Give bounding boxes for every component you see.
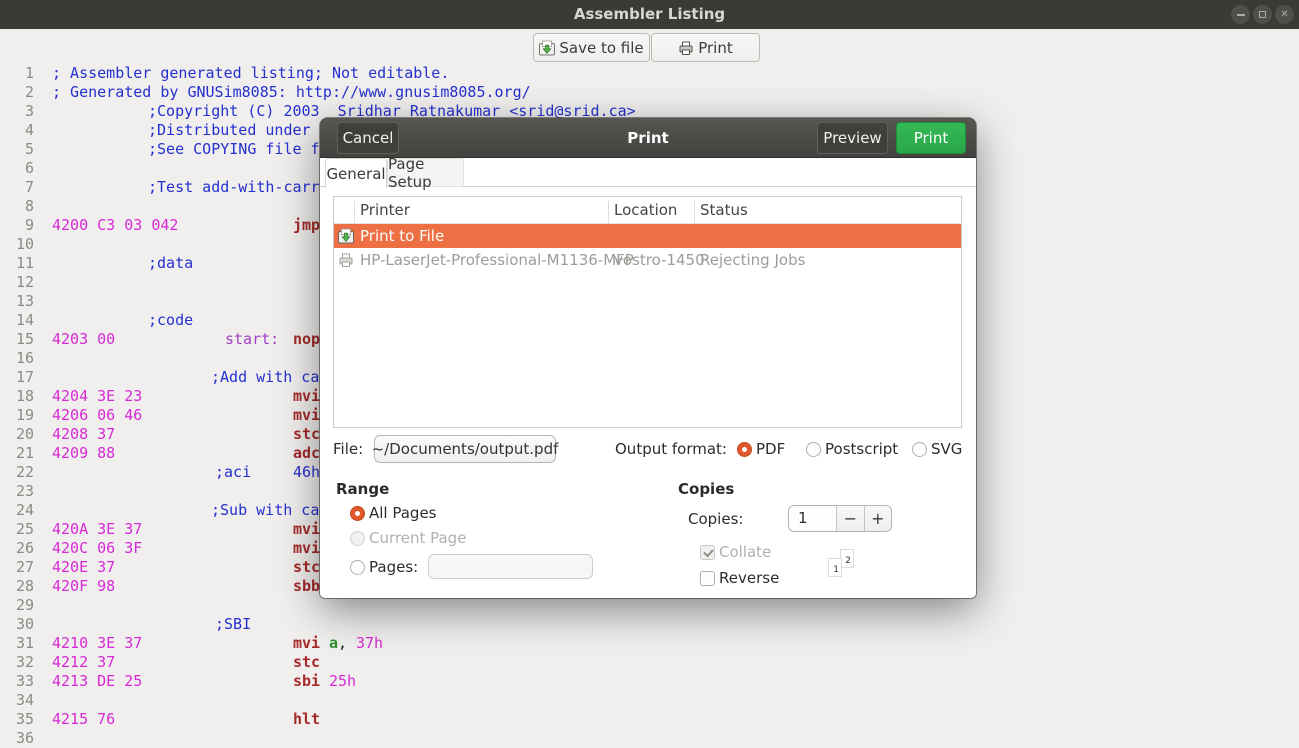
collate-checkbox bbox=[700, 545, 715, 560]
printer-icon bbox=[338, 252, 354, 268]
range-section-title: Range bbox=[336, 480, 389, 498]
radio-current-page-label: Current Page bbox=[369, 529, 466, 547]
printer-status: Rejecting Jobs bbox=[700, 251, 805, 269]
code-line: 334213 DE 25sbi25h bbox=[0, 672, 1299, 691]
titlebar: Assembler Listing ✕ bbox=[0, 0, 1299, 29]
dialog-tabs: General Page Setup bbox=[320, 158, 976, 187]
printer-icon bbox=[678, 40, 694, 56]
print-dialog-headerbar: Cancel Print Preview Print bbox=[320, 118, 976, 158]
code-line: 29 bbox=[0, 596, 1299, 615]
copies-value[interactable]: 1 bbox=[789, 506, 836, 531]
print-toolbar-label: Print bbox=[698, 39, 733, 57]
code-line: 324212 37stc bbox=[0, 653, 1299, 672]
code-line: 1; Assembler generated listing; Not edit… bbox=[0, 64, 1299, 83]
window-title: Assembler Listing bbox=[0, 0, 1299, 29]
printer-name: Print to File bbox=[360, 227, 444, 245]
file-chooser-button[interactable]: ~/Documents/output.pdf bbox=[374, 435, 556, 463]
code-line: 2; Generated by GNUSim8085: http://www.g… bbox=[0, 83, 1299, 102]
copies-section-title: Copies bbox=[678, 480, 734, 498]
save-to-file-label: Save to file bbox=[559, 39, 643, 57]
output-format-label: Output format: bbox=[615, 435, 727, 463]
minimize-icon[interactable] bbox=[1231, 5, 1250, 24]
save-icon bbox=[539, 40, 555, 56]
radio-pages[interactable] bbox=[350, 560, 365, 575]
save-icon bbox=[338, 228, 354, 244]
pages-range-input[interactable] bbox=[428, 554, 593, 579]
printer-table: Printer Location Status Print to File bbox=[333, 196, 962, 428]
radio-all-pages-label: All Pages bbox=[369, 504, 437, 522]
radio-postscript[interactable] bbox=[806, 442, 821, 457]
printer-table-header: Printer Location Status bbox=[334, 197, 961, 224]
code-line: 36 bbox=[0, 729, 1299, 748]
radio-pdf-label: PDF bbox=[756, 440, 785, 458]
radio-pages-label: Pages: bbox=[369, 558, 418, 576]
collate-label: Collate bbox=[719, 543, 771, 561]
radio-svg-label: SVG bbox=[931, 440, 962, 458]
copies-spinner: 1 − + bbox=[788, 505, 892, 532]
radio-postscript-label: Postscript bbox=[825, 440, 898, 458]
column-header-printer[interactable]: Printer bbox=[360, 201, 410, 219]
tab-general[interactable]: General bbox=[325, 158, 387, 188]
radio-current-page bbox=[350, 531, 365, 546]
code-line: 30;SBI bbox=[0, 615, 1299, 634]
column-header-status[interactable]: Status bbox=[700, 201, 748, 219]
copies-decrement-button[interactable]: − bbox=[836, 506, 863, 531]
printer-row-print-to-file[interactable]: Print to File bbox=[334, 224, 961, 248]
reverse-checkbox[interactable] bbox=[700, 571, 715, 586]
printer-name: HP-LaserJet-Professional-M1136-MFP bbox=[360, 251, 634, 269]
code-line: 34 bbox=[0, 691, 1299, 710]
collate-preview-page-1: 1 bbox=[828, 558, 842, 577]
file-label: File: bbox=[333, 435, 363, 463]
column-header-location[interactable]: Location bbox=[614, 201, 677, 219]
preview-button[interactable]: Preview bbox=[817, 122, 888, 154]
tab-page-setup[interactable]: Page Setup bbox=[387, 158, 464, 187]
collate-preview-page-2: 2 bbox=[840, 549, 854, 568]
radio-pdf[interactable] bbox=[737, 442, 752, 457]
code-line: 314210 3E 37mvia,37h bbox=[0, 634, 1299, 653]
printer-location: vostro-1450 bbox=[614, 251, 705, 269]
reverse-label: Reverse bbox=[719, 569, 779, 587]
copies-increment-button[interactable]: + bbox=[864, 506, 891, 531]
print-dialog: Cancel Print Preview Print General Page … bbox=[320, 118, 976, 598]
radio-svg[interactable] bbox=[912, 442, 927, 457]
close-icon[interactable]: ✕ bbox=[1275, 5, 1294, 24]
copies-label: Copies: bbox=[688, 510, 743, 528]
code-line: 354215 76hlt bbox=[0, 710, 1299, 729]
printer-row-hp-laserjet[interactable]: HP-LaserJet-Professional-M1136-MFP vostr… bbox=[334, 248, 961, 272]
maximize-icon[interactable] bbox=[1253, 5, 1272, 24]
print-button[interactable]: Print bbox=[896, 122, 966, 154]
radio-all-pages[interactable] bbox=[350, 506, 365, 521]
